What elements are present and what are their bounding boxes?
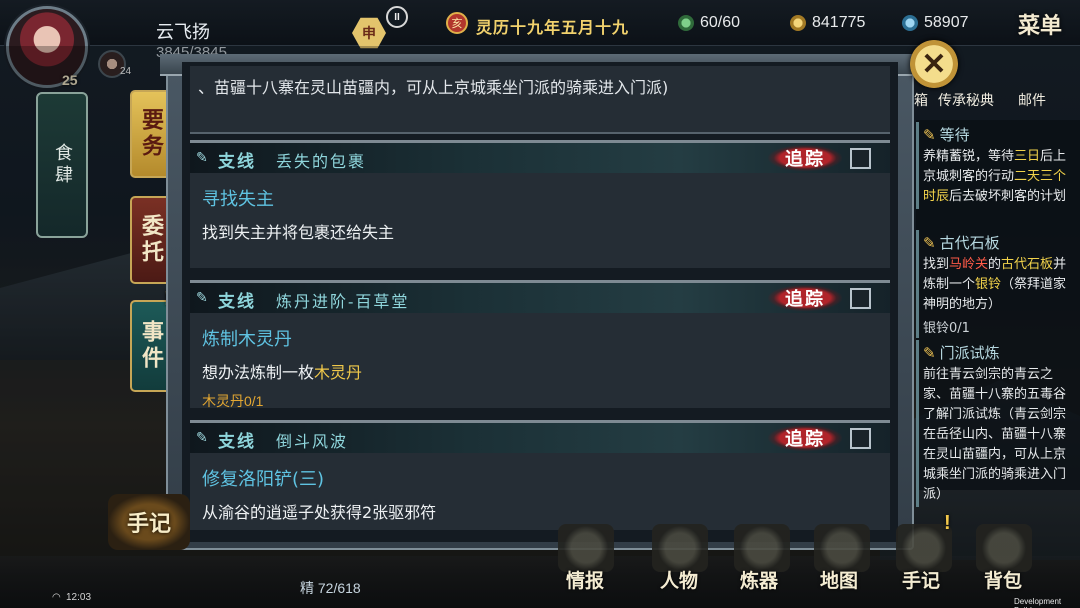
coins-stat: 841775 [790, 12, 865, 34]
tracked-quests-panel: ✎ 等待 养精蓄锐，等待三日后上京城刺客的行动二天三个时辰后去破坏刺客的计划 ✎ 古… [916, 120, 1080, 507]
gem-icon [902, 15, 918, 31]
quest-header: ✎ 支线 丢失的包裹 追踪 [190, 143, 890, 173]
track-button[interactable]: 追踪 [768, 285, 842, 311]
quest-desc: 找到失主并将包裹还给失主 [202, 223, 395, 242]
quest-subtitle: 炼制木灵丹 [202, 329, 292, 350]
map-icon [814, 524, 870, 572]
gems-stat: 58907 [902, 12, 969, 34]
quest-card[interactable]: ✎ 支线 炼丹进阶-百草堂 追踪 炼制木灵丹 想办法炼制一枚木灵丹 木灵丹0/1 [190, 280, 890, 409]
quest-name: 丢失的包裹 [276, 152, 367, 171]
quest-name: 倒斗风波 [276, 432, 349, 451]
tracked-quest-progress: 银铃0/1 [923, 321, 970, 336]
stamina-icon [678, 15, 694, 31]
feather-icon: ✎ [923, 234, 936, 252]
continued-text: 、苗疆十八寨在灵山苗疆内，可从上京城乘坐门派的骑乘进入门派) [198, 78, 669, 97]
feather-icon: ✎ [923, 344, 936, 362]
clock-time: 12:03 [66, 592, 92, 603]
tracked-quest-title: ✎ 门派试炼 [923, 344, 1000, 362]
pause-button[interactable]: II [386, 6, 408, 28]
tracked-quest[interactable]: ✎ 等待 养精蓄锐，等待三日后上京城刺客的行动二天三个时辰后去破坏刺客的计划 [916, 122, 1080, 209]
wifi-icon: ◠ [52, 592, 61, 603]
tracked-quest-title: ✎ 等待 [923, 126, 970, 144]
feather-icon: ✎ [923, 126, 936, 144]
dev-build-label: Development Build [1014, 597, 1062, 608]
right-icon-row: 箱 传承秘典 邮件 [914, 72, 1080, 118]
forge-icon [734, 524, 790, 572]
tracked-quest[interactable]: ✎ 门派试炼 前往青云剑宗的青云之家、苗疆十八寨的五毒谷了解门派试炼（青云剑宗在岳… [916, 340, 1080, 507]
track-checkbox[interactable] [850, 288, 871, 309]
alert-icon: ! [944, 512, 951, 534]
nav-intel[interactable]: 情报 [566, 566, 604, 593]
stamina-value: 60/60 [700, 14, 741, 31]
feather-icon: ✎ [196, 290, 208, 306]
mail-label[interactable]: 邮件 [1018, 90, 1046, 110]
tracked-quest-title: ✎ 古代石板 [923, 234, 1000, 252]
tracked-quest-desc: 前往青云剑宗的青云之家、苗疆十八寨的五毒谷了解门派试炼（青云剑宗在岳径山内、苗疆… [923, 367, 1067, 502]
journal-button[interactable]: 手记 [108, 494, 190, 550]
nav-journal[interactable]: 手记 [902, 566, 940, 593]
nav-character[interactable]: 人物 [660, 566, 698, 593]
inheritance-label[interactable]: 传承秘典 [938, 90, 994, 110]
tab-yaowu-label: 要务 [138, 108, 164, 160]
quest-card[interactable]: ✎ 支线 倒斗风波 追踪 修复洛阳铲(三) 从渝谷的逍遥子处获得2张驱邪符 [190, 420, 890, 530]
game-date: 灵历十九年五月十九 [476, 18, 630, 37]
nav-bag[interactable]: 背包 [984, 566, 1022, 593]
quest-continued: 、苗疆十八寨在灵山苗疆内，可从上京城乘坐门派的骑乘进入门派) [190, 66, 890, 134]
feather-icon: ✎ [196, 430, 208, 446]
box-label[interactable]: 箱 [914, 90, 928, 110]
feather-icon: ✎ [196, 150, 208, 166]
nav-forge[interactable]: 炼器 [740, 566, 778, 593]
shisi-label: 食肆 [52, 143, 73, 187]
quest-desc-highlight: 木灵丹 [314, 363, 363, 382]
quest-desc: 从渝谷的逍遥子处获得2张驱邪符 [202, 503, 437, 522]
stamina-stat: 60/60 [678, 12, 740, 34]
quest-type: 支线 [218, 152, 256, 172]
bag-icon [976, 524, 1032, 572]
player-name: 云飞扬 [156, 22, 210, 43]
gems-value: 58907 [924, 14, 969, 31]
intel-icon [558, 524, 614, 572]
track-button[interactable]: 追踪 [768, 425, 842, 451]
quest-subtitle: 修复洛阳铲(三) [202, 469, 325, 490]
quest-card[interactable]: ✎ 支线 丢失的包裹 追踪 寻找失主 找到失主并将包裹还给失主 [190, 140, 890, 268]
shisi-button[interactable]: 食肆 [36, 92, 88, 238]
tab-weituo-label: 委托 [138, 214, 164, 266]
menu-button[interactable]: 菜单 [1018, 8, 1062, 40]
quest-header: ✎ 支线 炼丹进阶-百草堂 追踪 [190, 283, 890, 313]
tab-shijian-label: 事件 [138, 320, 164, 372]
quest-desc: 想办法炼制一枚木灵丹 [202, 363, 363, 382]
quest-type: 支线 [218, 432, 256, 452]
track-checkbox[interactable] [850, 428, 871, 449]
quest-header: ✎ 支线 倒斗风波 追踪 [190, 423, 890, 453]
quest-progress: 木灵丹0/1 [202, 393, 264, 409]
tracked-quest-desc: 找到马岭关的古代石板并炼制一个银铃（祭拜道家神明的地方） [923, 257, 1067, 312]
track-button[interactable]: 追踪 [768, 145, 842, 171]
track-checkbox[interactable] [850, 148, 871, 169]
character-icon [652, 524, 708, 572]
energy-display: 精 72/618 [300, 580, 361, 596]
quest-subtitle: 寻找失主 [202, 189, 274, 210]
quest-type: 支线 [218, 292, 256, 312]
nav-map[interactable]: 地图 [820, 566, 858, 593]
calendar-icon: 亥 [446, 12, 468, 34]
tracked-quest[interactable]: ✎ 古代石板 找到马岭关的古代石板并炼制一个银铃（祭拜道家神明的地方） 银铃0/1 [916, 230, 1080, 338]
tracked-quest-desc: 养精蓄锐，等待三日后上京城刺客的行动二天三个时辰后去破坏刺客的计划 [923, 149, 1067, 204]
coins-value: 841775 [812, 14, 866, 31]
coin-icon [790, 15, 806, 31]
quest-name: 炼丹进阶-百草堂 [276, 292, 410, 311]
